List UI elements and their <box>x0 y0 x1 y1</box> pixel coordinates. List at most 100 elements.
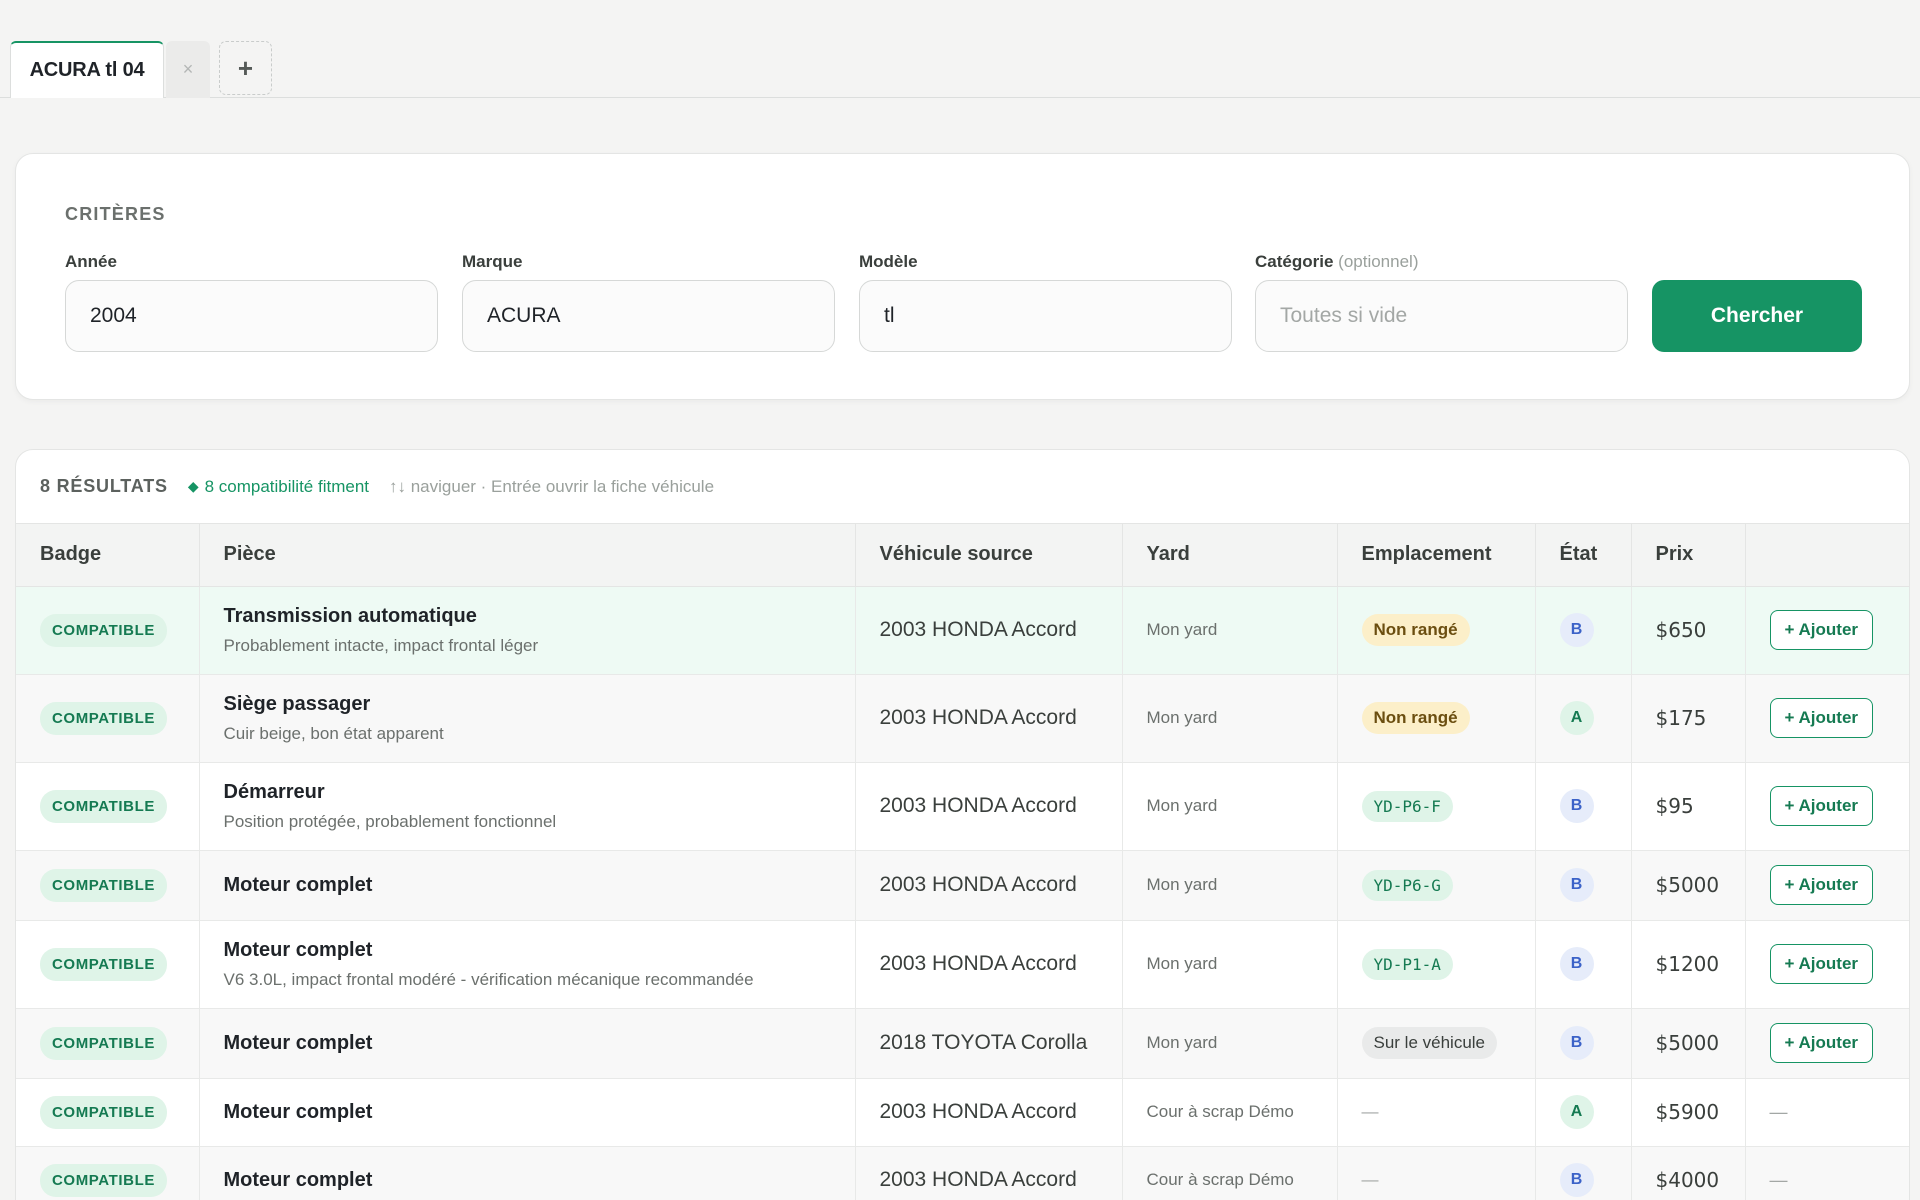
location-cell: YD-P6-F <box>1337 762 1536 851</box>
make-label: Marque <box>462 252 523 271</box>
badge-cell: COMPATIBLE <box>16 674 200 763</box>
add-button[interactable]: + Ajouter <box>1769 865 1874 905</box>
add-button[interactable]: + Ajouter <box>1769 1023 1874 1063</box>
category-optional-text: (optionnel) <box>1338 252 1419 271</box>
compatible-badge: COMPATIBLE <box>40 868 167 902</box>
compat-text: 8 compatibilité fitment <box>204 476 369 496</box>
table-row[interactable]: COMPATIBLE Moteur complet 2018 TOYOTA Coro… <box>16 1008 1909 1079</box>
price: $95 <box>1655 794 1694 818</box>
table-row[interactable]: COMPATIBLE Démarreur Position protégée, pr… <box>16 762 1909 851</box>
location-cell: YD-P6-G <box>1337 850 1536 921</box>
action-cell: — <box>1745 1078 1909 1147</box>
part-cell: Moteur complet <box>199 1078 856 1147</box>
action-cell: + Ajouter <box>1745 674 1909 763</box>
yard-cell: Cour à scrap Démo <box>1122 1146 1338 1200</box>
state-badge: A <box>1559 701 1594 735</box>
table-header-row: Badge Pièce Véhicule source Yard Emplace… <box>16 524 1909 587</box>
yard-name: Mon yard <box>1146 954 1218 973</box>
part-cell: Transmission automatique Probablement int… <box>199 586 856 675</box>
source-vehicle: 2003 HONDA Accord <box>879 618 1077 641</box>
add-button[interactable]: + Ajouter <box>1769 610 1874 650</box>
action-cell: — <box>1745 1146 1909 1200</box>
state-cell: B <box>1535 1146 1632 1200</box>
vehicle-cell: 2003 HONDA Accord <box>855 762 1123 851</box>
source-vehicle: 2003 HONDA Accord <box>879 873 1077 896</box>
col-header-vehicle[interactable]: Véhicule source <box>855 524 1123 587</box>
action-cell: + Ajouter <box>1745 762 1909 851</box>
state-cell: B <box>1535 1008 1632 1079</box>
vehicle-cell: 2003 HONDA Accord <box>855 586 1123 675</box>
vehicle-cell: 2003 HONDA Accord <box>855 1146 1123 1200</box>
col-header-yard[interactable]: Yard <box>1122 524 1338 587</box>
source-vehicle: 2003 HONDA Accord <box>879 794 1077 817</box>
compat-summary: ◆ 8 compatibilité fitment <box>188 477 369 497</box>
compatible-badge: COMPATIBLE <box>40 613 167 647</box>
price: $5000 <box>1655 1031 1720 1055</box>
badge-cell: COMPATIBLE <box>16 586 200 675</box>
table-row[interactable]: COMPATIBLE Moteur complet 2003 HONDA Accor… <box>16 1078 1909 1147</box>
add-button[interactable]: + Ajouter <box>1769 698 1874 738</box>
table-row[interactable]: COMPATIBLE Moteur complet 2003 HONDA Accor… <box>16 850 1909 921</box>
price-cell: $5000 <box>1631 1008 1746 1079</box>
location-cell: Non rangé <box>1337 586 1536 675</box>
price: $4000 <box>1655 1168 1720 1192</box>
state-cell: A <box>1535 674 1632 763</box>
location-cell: — <box>1337 1146 1536 1200</box>
add-button[interactable]: + Ajouter <box>1769 944 1874 984</box>
price-cell: $5900 <box>1631 1078 1746 1147</box>
model-label: Modèle <box>859 252 918 271</box>
col-header-badge[interactable]: Badge <box>16 524 200 587</box>
table-row[interactable]: COMPATIBLE Transmission automatique Probab… <box>16 586 1909 675</box>
location-tag: Non rangé <box>1361 702 1470 734</box>
make-input[interactable]: ACURA <box>462 280 835 352</box>
table-row[interactable]: COMPATIBLE Moteur complet V6 3.0L, impact … <box>16 920 1909 1009</box>
tab-close-button[interactable]: × <box>166 41 210 98</box>
results-panel: 8 RÉSULTATS ◆ 8 compatibilité fitment ↑↓… <box>15 449 1910 1200</box>
yard-cell: Mon yard <box>1122 586 1338 675</box>
search-button[interactable]: Chercher <box>1652 280 1862 352</box>
year-label: Année <box>65 252 117 271</box>
year-input[interactable]: 2004 <box>65 280 438 352</box>
table-row[interactable]: COMPATIBLE Siège passager Cuir beige, bon … <box>16 674 1909 763</box>
category-input[interactable]: Toutes si vide <box>1255 280 1628 352</box>
vehicle-cell: 2018 TOYOTA Corolla <box>855 1008 1123 1079</box>
add-button[interactable]: + Ajouter <box>1769 786 1874 826</box>
badge-cell: COMPATIBLE <box>16 762 200 851</box>
add-tab-button[interactable]: + <box>219 41 272 95</box>
yard-name: Mon yard <box>1146 875 1218 894</box>
col-header-price[interactable]: Prix <box>1631 524 1746 587</box>
vehicle-cell: 2003 HONDA Accord <box>855 1078 1123 1147</box>
category-label-text: Catégorie <box>1255 252 1334 271</box>
state-cell: B <box>1535 850 1632 921</box>
source-vehicle: 2018 TOYOTA Corolla <box>879 1031 1088 1054</box>
part-name: Moteur complet <box>223 873 373 896</box>
price-cell: $1200 <box>1631 920 1746 1009</box>
badge-cell: COMPATIBLE <box>16 850 200 921</box>
tab-active[interactable]: ACURA tl 04 <box>10 41 164 98</box>
source-vehicle: 2003 HONDA Accord <box>879 706 1077 729</box>
location-tag: — <box>1361 1170 1379 1189</box>
no-action: — <box>1769 1169 1788 1190</box>
price-cell: $175 <box>1631 674 1746 763</box>
part-cell: Démarreur Position protégée, probablement… <box>199 762 856 851</box>
criteria-panel: CRITÈRES Année 2004 Marque ACURA Modèle … <box>15 153 1910 400</box>
price: $1200 <box>1655 952 1720 976</box>
compatible-badge: COMPATIBLE <box>40 1163 167 1197</box>
col-header-location[interactable]: Emplacement <box>1337 524 1536 587</box>
col-header-state[interactable]: État <box>1535 524 1632 587</box>
yard-cell: Mon yard <box>1122 1008 1338 1079</box>
model-input[interactable]: tl <box>859 280 1232 352</box>
source-vehicle: 2003 HONDA Accord <box>879 952 1077 975</box>
source-vehicle: 2003 HONDA Accord <box>879 1168 1077 1191</box>
vehicle-cell: 2003 HONDA Accord <box>855 674 1123 763</box>
yard-cell: Mon yard <box>1122 674 1338 763</box>
criteria-title: CRITÈRES <box>65 204 166 224</box>
table-row[interactable]: COMPATIBLE Moteur complet 2003 HONDA Accor… <box>16 1146 1909 1200</box>
keyboard-hint: ↑↓ naviguer · Entrée ouvrir la fiche véh… <box>389 476 715 496</box>
state-badge: B <box>1559 947 1594 981</box>
state-cell: B <box>1535 586 1632 675</box>
location-tag: YD-P6-G <box>1361 869 1453 901</box>
col-header-actions <box>1745 524 1909 587</box>
col-header-part[interactable]: Pièce <box>199 524 856 587</box>
part-cell: Moteur complet <box>199 850 856 921</box>
